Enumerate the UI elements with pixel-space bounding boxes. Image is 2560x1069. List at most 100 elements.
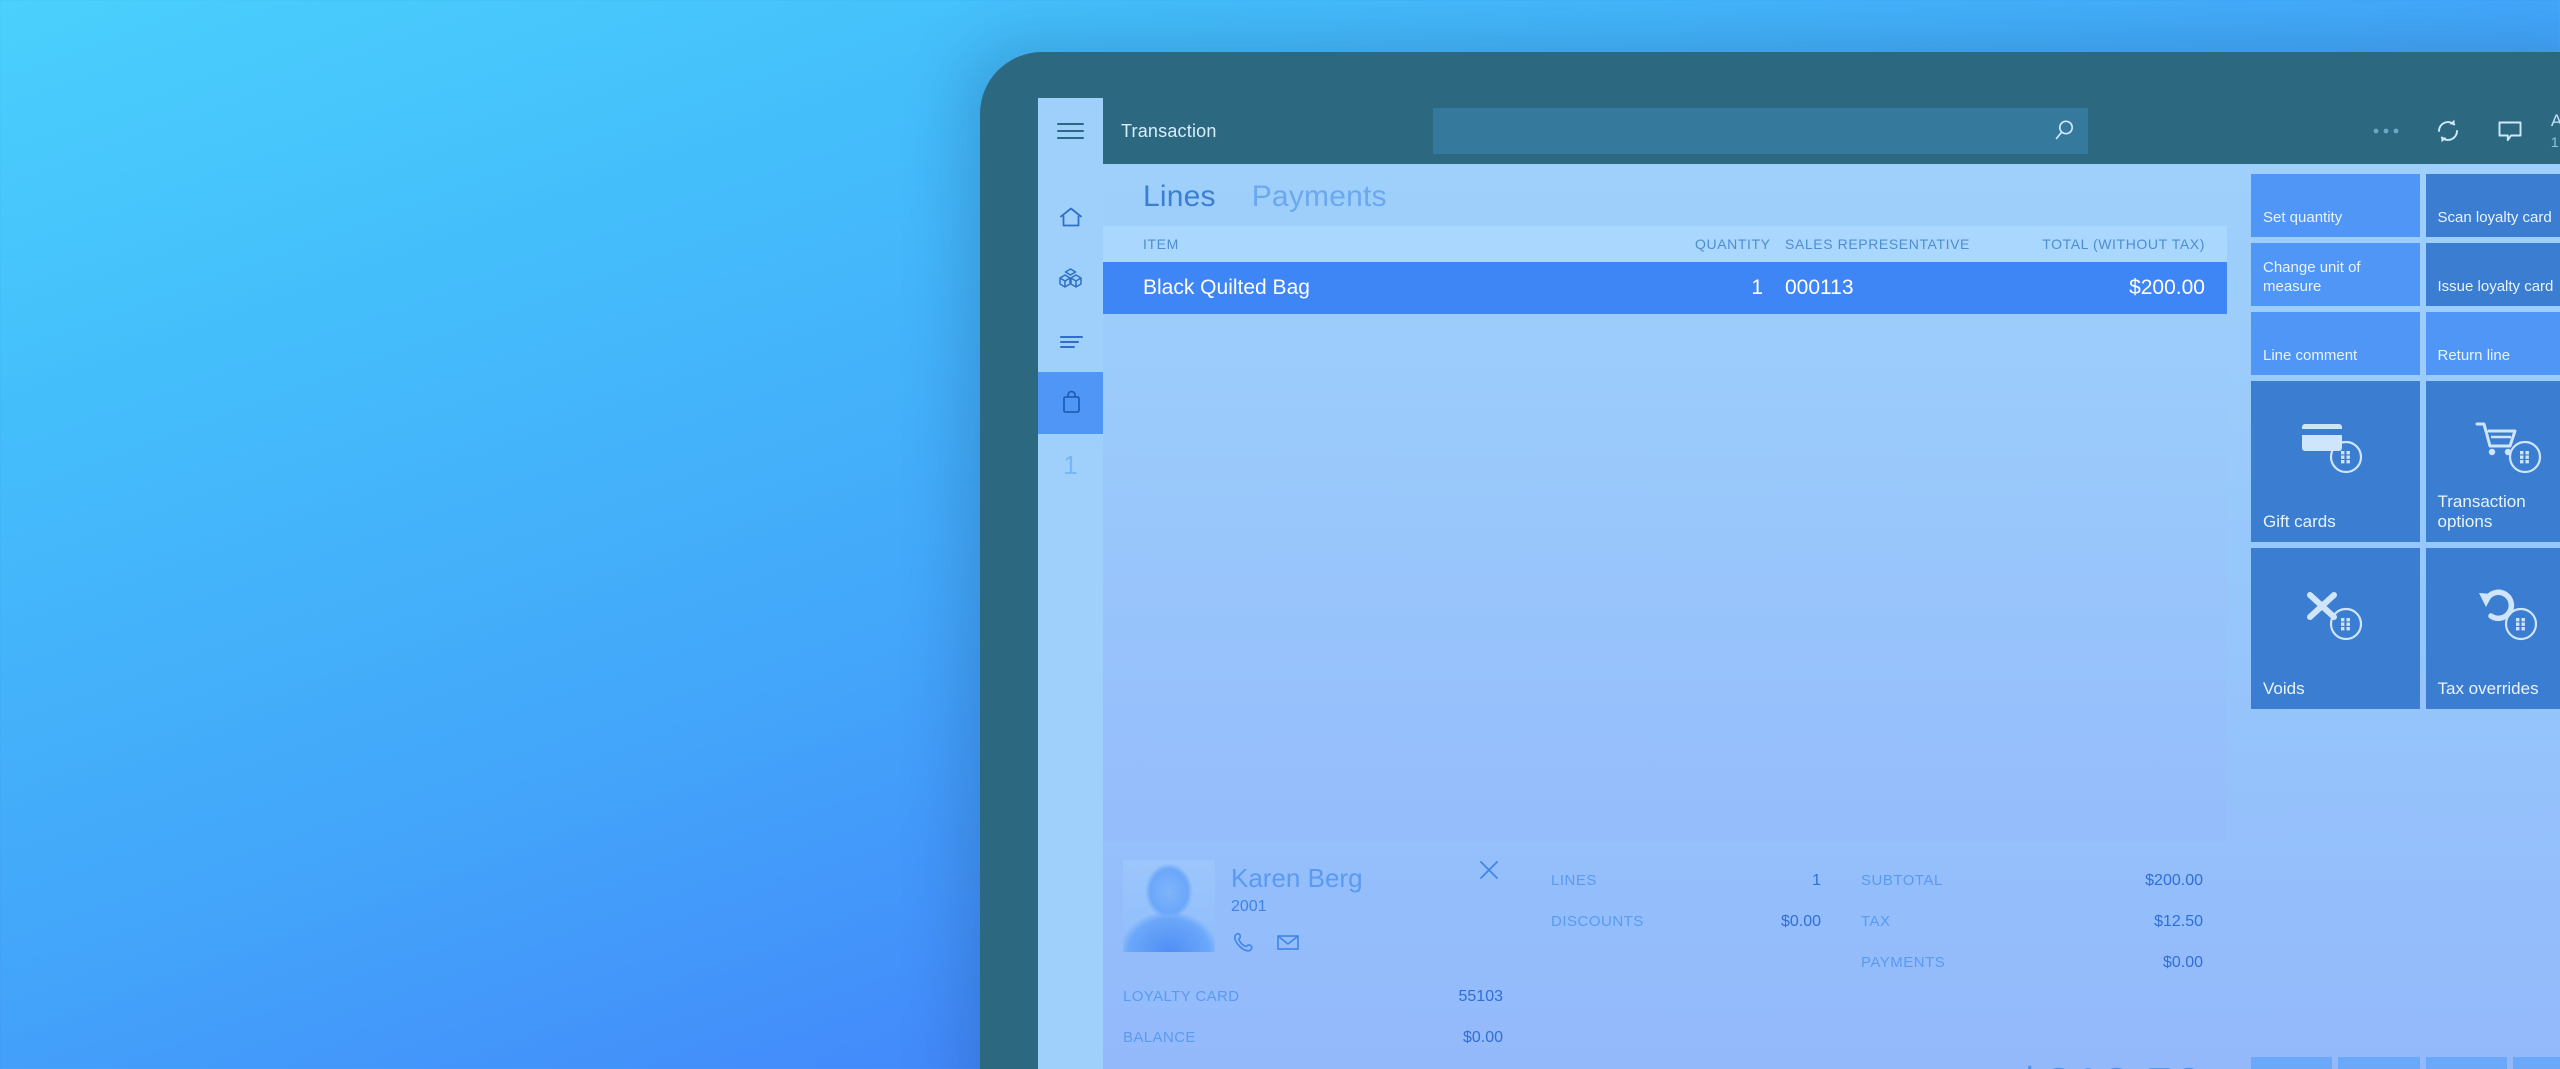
cell-item: Black Quilted Bag [1143, 276, 1310, 299]
sidebar-item-products[interactable] [1038, 248, 1103, 310]
pos-app-window: Transaction A 1 1 Lines Payments ITEM QU… [1038, 98, 2560, 1069]
email-button[interactable] [1275, 930, 1301, 954]
customer-meta: Karen Berg 2001 [1231, 860, 1363, 954]
tile-return-line[interactable]: Return line [2425, 312, 2560, 375]
transaction-count: 1 [1063, 449, 1078, 480]
totals-label-discounts: DISCOUNTS [1551, 913, 1644, 930]
avatar [1123, 860, 1215, 952]
customer-field-row: BALANCE $0.00 [1123, 1017, 1503, 1058]
cell-total: $200.00 [2129, 276, 2205, 299]
totals-value-lines: 1 [1812, 871, 1821, 889]
action-panel: Set quantity Scan loyalty card Change un… [2245, 164, 2560, 1069]
customer-panel: Karen Berg 2001 LOYALTY CARD 55103 BALAN… [1103, 842, 1523, 1069]
customer-summary: Karen Berg 2001 [1123, 852, 1503, 954]
field-value: 55103 [1458, 987, 1504, 1005]
tile-issue-loyalty-card[interactable]: Issue loyalty card [2425, 243, 2560, 306]
customer-field-row: CREDIT LIMIT $1,500.00 [1123, 1058, 1503, 1069]
phone-button[interactable] [1231, 930, 1255, 954]
tab-lines[interactable]: Lines [1143, 180, 1216, 214]
totals-value-discounts: $0.00 [1780, 912, 1821, 930]
tab-payments[interactable]: Payments [1252, 180, 1387, 214]
credit-card-icon [2251, 381, 2420, 512]
ellipsis-icon [2373, 128, 2399, 134]
tile-label: Return line [2437, 347, 2511, 364]
totals-label-payments: PAYMENTS [1861, 954, 1946, 971]
search-area [1433, 98, 2088, 164]
refresh-button[interactable] [2417, 98, 2479, 164]
totals-label-tax: TAX [1861, 913, 1891, 930]
column-header-total: TOTAL (WITHOUT TAX) [2042, 236, 2205, 252]
tile-change-unit-of-measure[interactable]: Change unit of measure [2251, 243, 2420, 306]
page-title: Transaction [1121, 120, 1217, 141]
tile-label: Change unit of measure [2263, 259, 2361, 295]
tile-tax-overrides[interactable]: Tax overrides [2425, 548, 2560, 709]
notes-button[interactable] [2479, 98, 2541, 164]
currency-button[interactable] [2512, 1057, 2560, 1069]
list-lines-icon [1059, 336, 1083, 348]
header-actions: Alex 1 - H [2355, 98, 2560, 164]
menu-button[interactable] [1038, 98, 1103, 164]
user-name: Alex [2550, 111, 2560, 130]
totals-value-payments: $0.00 [2162, 953, 2203, 971]
tile-label: Line comment [2263, 347, 2358, 364]
home-icon [1059, 207, 1082, 227]
customer-fields: LOYALTY CARD 55103 BALANCE $0.00 CREDIT … [1123, 976, 1503, 1069]
table-row[interactable]: Black Quilted Bag 1 000113 $200.00 [1103, 262, 2227, 314]
close-icon [1480, 861, 1498, 879]
tile-label: Set quantity [2263, 209, 2343, 226]
tile-voids[interactable]: Voids [2251, 548, 2420, 709]
tile-label: Gift cards [2263, 512, 2336, 531]
field-value: $0.00 [1462, 1028, 1503, 1046]
column-header-item: ITEM [1143, 236, 1179, 252]
refresh-icon [2437, 119, 2458, 143]
payment-action-bar [2245, 1057, 2560, 1069]
sidebar-item-home[interactable] [1038, 186, 1103, 248]
shopping-bag-icon [1062, 390, 1080, 413]
customer-id: 2001 [1231, 898, 1267, 915]
tab-bar: Lines Payments [1103, 164, 2245, 226]
tile-scan-loyalty-card[interactable]: Scan loyalty card [2425, 174, 2560, 237]
tile-transaction-options[interactable]: Transaction options [2425, 381, 2560, 542]
grid-header: ITEM QUANTITY SALES REPRESENTATIVE TOTAL… [1103, 226, 2227, 262]
pay-cash-button[interactable] [2251, 1057, 2333, 1069]
tile-grid: Set quantity Scan loyalty card Change un… [2245, 174, 2560, 709]
totals-label-subtotal: SUBTOTAL [1861, 872, 1943, 889]
amount-due-value: $212.50 [2015, 1058, 2203, 1069]
cell-sales-representative: 000113 [1785, 276, 1854, 299]
tile-label: Voids [2263, 679, 2305, 698]
customer-name: Karen Berg [1231, 863, 1363, 893]
search-input[interactable] [1433, 108, 2088, 154]
user-info[interactable]: Alex 1 - H [2541, 110, 2560, 152]
close-customer-button[interactable] [1475, 856, 1503, 884]
device-frame: Transaction A 1 1 Lines Payments ITEM QU… [980, 52, 2560, 1069]
hamburger-icon [1057, 118, 1084, 144]
customer-contact-actions [1231, 930, 1363, 954]
column-header-quantity: QUANTITY [1695, 236, 1771, 252]
tile-label: Transaction options [2437, 492, 2526, 531]
totals-value-tax: $12.50 [2154, 912, 2203, 930]
exact-amount-button[interactable] [2425, 1057, 2507, 1069]
tile-set-quantity[interactable]: Set quantity [2251, 174, 2420, 237]
field-label: BALANCE [1123, 1029, 1196, 1046]
main-content: Lines Payments ITEM QUANTITY SALES REPRE… [1103, 164, 2560, 1069]
field-label: LOYALTY CARD [1123, 988, 1240, 1005]
sidebar-item-transaction[interactable] [1038, 372, 1103, 434]
app-header: Transaction A 1 [1038, 98, 2560, 164]
cell-quantity: 1 [1751, 276, 1763, 299]
amount-due-row: AMOUNT DUE $212.50 [1551, 1058, 2203, 1069]
customer-field-row: LOYALTY CARD 55103 [1123, 976, 1503, 1017]
search-wrapper [1433, 98, 2088, 164]
grid-empty-area [1103, 314, 2227, 842]
speech-bubble-icon [2498, 121, 2522, 142]
totals-panel: LINES 1 SUBTOTAL $200.00 DISCOUNTS $0.00… [1523, 842, 2227, 1069]
sidebar-item-journal[interactable] [1038, 310, 1103, 372]
pay-card-button[interactable] [2338, 1057, 2420, 1069]
totals-label-lines: LINES [1551, 872, 1597, 889]
tile-label: Issue loyalty card [2437, 278, 2554, 295]
undo-arrow-icon [2426, 548, 2560, 679]
more-options-button[interactable] [2355, 98, 2417, 164]
transaction-column: Lines Payments ITEM QUANTITY SALES REPRE… [1103, 164, 2245, 1069]
tile-line-comment[interactable]: Line comment [2251, 312, 2420, 375]
bottom-area: Karen Berg 2001 LOYALTY CARD 55103 BALAN… [1103, 842, 2245, 1069]
tile-gift-cards[interactable]: Gift cards [2251, 381, 2420, 542]
